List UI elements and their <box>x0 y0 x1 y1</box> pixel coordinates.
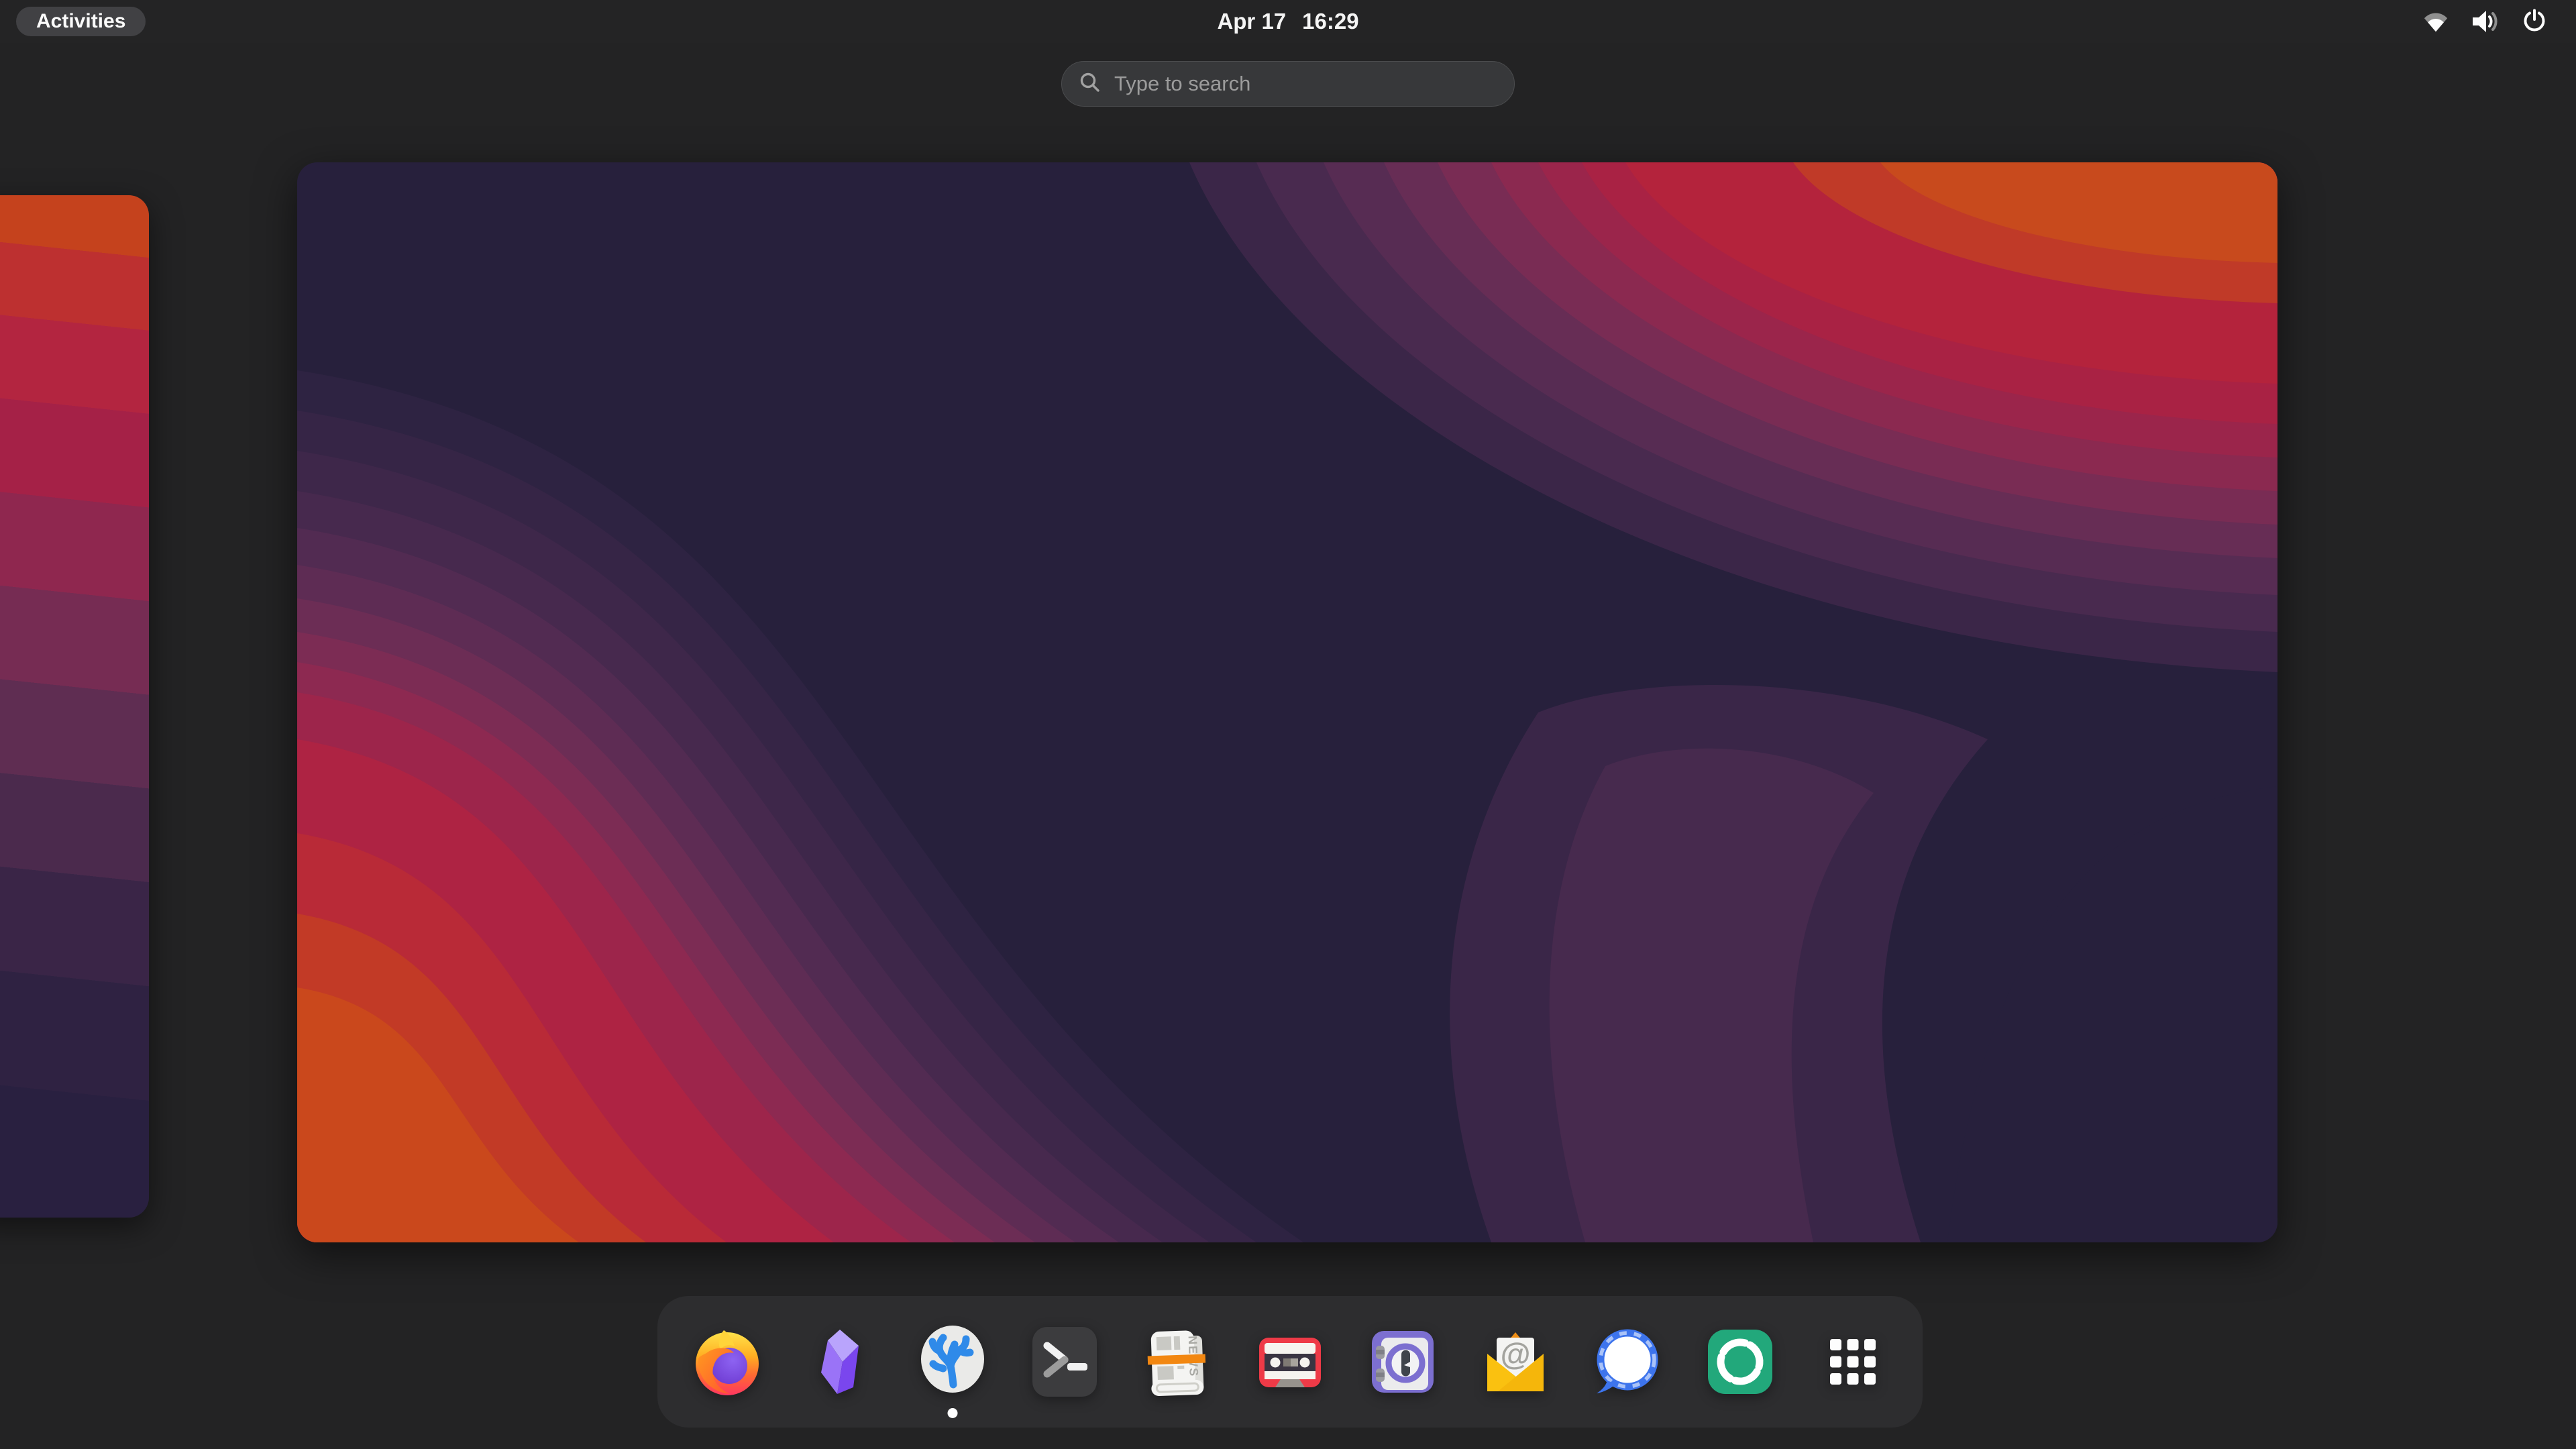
cassette-tape-icon <box>1250 1322 1330 1402</box>
power-icon <box>2521 8 2548 35</box>
dock-item-1password[interactable] <box>1362 1322 1443 1402</box>
1password-safe-icon <box>1362 1322 1443 1402</box>
dock-item-obsidian[interactable] <box>800 1322 880 1402</box>
dock-item-geary-mail[interactable]: @ <box>1475 1322 1556 1402</box>
dock-item-signal[interactable] <box>1587 1322 1668 1402</box>
search-icon <box>1078 70 1102 98</box>
signal-icon <box>1587 1322 1668 1402</box>
mail-envelope-icon: @ <box>1475 1322 1556 1402</box>
top-bar: Activities Apr 17 16:29 <box>0 0 2576 43</box>
activities-button[interactable]: Activities <box>16 7 146 36</box>
search-entry[interactable] <box>1061 61 1515 107</box>
blue-coral-app-icon <box>912 1322 993 1402</box>
wallpaper-contour-waves <box>297 162 2277 1242</box>
speaker-volume-icon <box>2470 8 2501 35</box>
app-grid-icon <box>1813 1322 1893 1402</box>
clock-button[interactable]: Apr 17 16:29 <box>1217 0 1358 43</box>
running-indicator-dot <box>947 1408 957 1418</box>
dock-item-blue-coral-app[interactable] <box>912 1322 993 1402</box>
show-apps-button[interactable] <box>1813 1322 1893 1402</box>
dock-item-element[interactable] <box>1700 1322 1780 1402</box>
obsidian-icon <box>800 1322 880 1402</box>
clock-time: 16:29 <box>1302 9 1358 34</box>
newsflash-icon: NEWS <box>1137 1322 1218 1402</box>
terminal-icon <box>1024 1322 1105 1402</box>
workspace-preview-left-partial[interactable] <box>0 195 149 1218</box>
dash-dock: NEWS <box>657 1296 1923 1428</box>
workspace-preview-current[interactable] <box>297 162 2277 1242</box>
activities-label: Activities <box>36 10 125 33</box>
search-input[interactable] <box>1113 71 1498 97</box>
gnome-activities-overview: Activities Apr 17 16:29 <box>0 0 2576 1449</box>
dock-item-newsflash[interactable]: NEWS <box>1137 1322 1218 1402</box>
clock-date: Apr 17 <box>1217 9 1286 34</box>
wifi-icon <box>2422 9 2450 34</box>
dock-item-firefox[interactable] <box>687 1322 767 1402</box>
dock-item-cassette[interactable] <box>1250 1322 1330 1402</box>
svg-text:@: @ <box>1500 1336 1530 1371</box>
dock-item-console-terminal[interactable] <box>1024 1322 1105 1402</box>
firefox-icon <box>687 1322 767 1402</box>
element-icon <box>1700 1322 1780 1402</box>
system-status-area[interactable] <box>2422 0 2548 43</box>
